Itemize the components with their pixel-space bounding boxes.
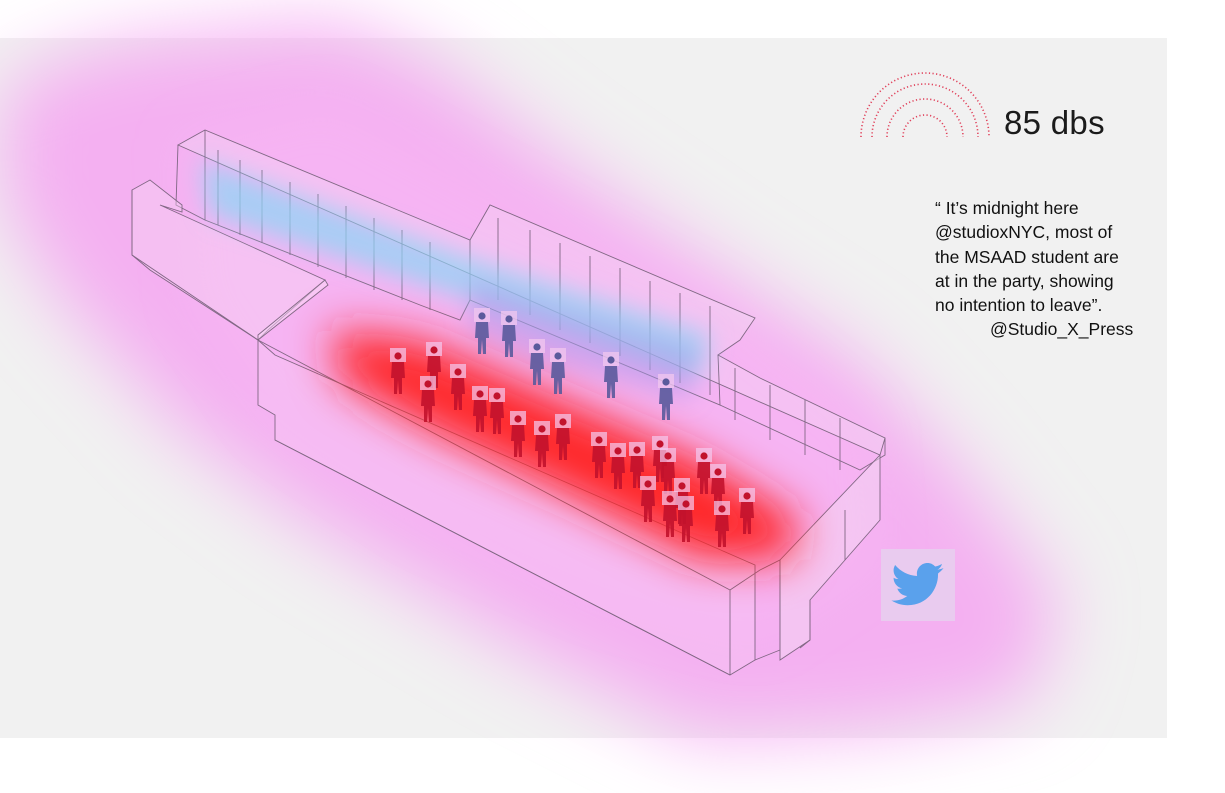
twitter-tile (881, 549, 955, 621)
quote-line: at in the party, showing (935, 270, 1114, 291)
sound-wave-arcs-icon (860, 72, 990, 138)
sound-level-label: 85 dbs (1004, 104, 1105, 141)
quote-line: the MSAAD student are (935, 246, 1119, 267)
tweet-quote: “ It’s midnight here @studioxNYC, most o… (935, 196, 1155, 342)
twitter-bird-icon (891, 563, 944, 606)
quote-line: @studioxNYC, most of (935, 222, 1113, 243)
quote-attribution: @Studio_X_Press (990, 319, 1134, 340)
quote-line: no intention to leave”. (935, 295, 1103, 316)
quote-line: “ It’s midnight here (935, 198, 1079, 218)
